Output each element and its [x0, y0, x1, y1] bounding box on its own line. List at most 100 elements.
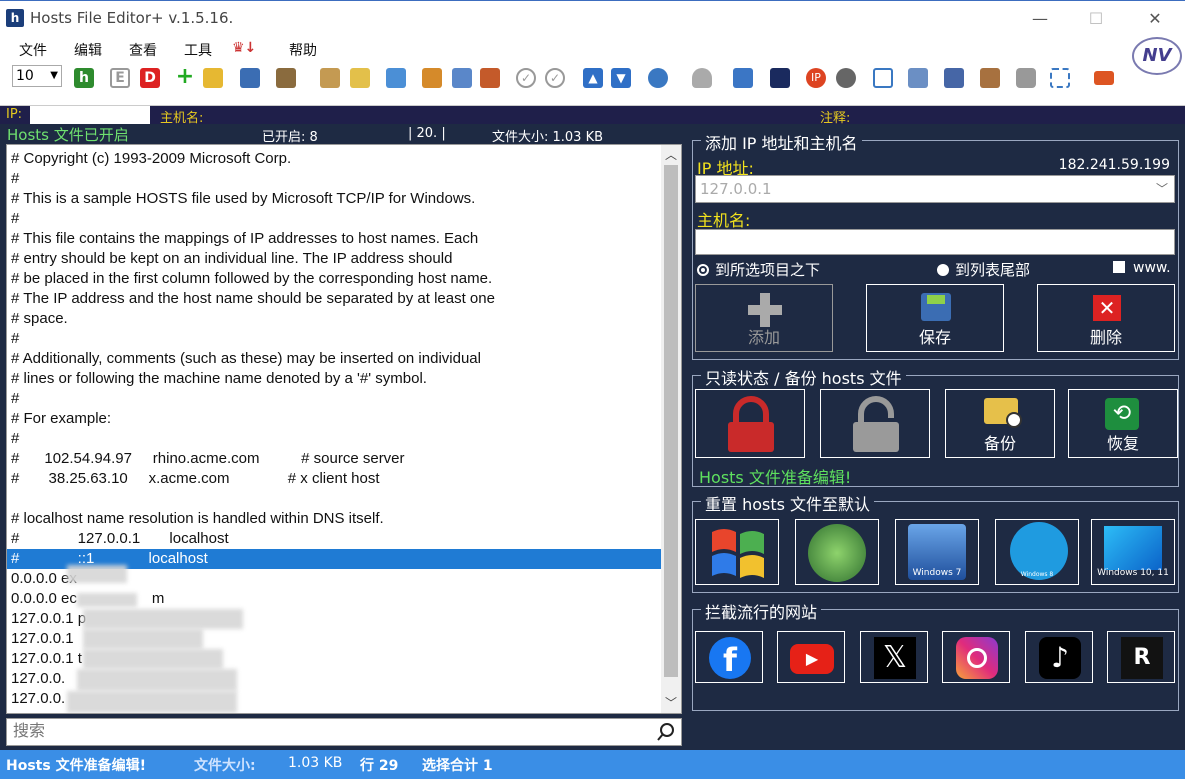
- check-icon[interactable]: ✓: [516, 68, 536, 88]
- frame-icon[interactable]: [873, 68, 893, 88]
- editor-line[interactable]: # localhost name resolution is handled w…: [7, 509, 663, 529]
- hosts-editor[interactable]: # Copyright (c) 1993-2009 Microsoft Corp…: [6, 144, 682, 714]
- add-button[interactable]: 添加: [695, 284, 833, 352]
- language-flag-icon[interactable]: [1094, 71, 1114, 85]
- menu-view[interactable]: 查看: [129, 40, 157, 60]
- hosts-h-icon[interactable]: h: [74, 68, 94, 88]
- disable-icon[interactable]: D: [140, 68, 160, 88]
- scroll-down-icon[interactable]: ﹀: [661, 693, 681, 713]
- scroll-up-icon[interactable]: ︿: [661, 145, 681, 165]
- editor-line[interactable]: [7, 489, 663, 509]
- enable-icon[interactable]: E: [110, 68, 130, 88]
- search-input[interactable]: [7, 719, 637, 745]
- editor-line[interactable]: # Additionally, comments (such as these)…: [7, 349, 663, 369]
- dns-icon[interactable]: [836, 68, 856, 88]
- move-up-icon[interactable]: ▲: [583, 68, 603, 88]
- check-all-icon[interactable]: ✓: [545, 68, 565, 88]
- radio-end-of-list[interactable]: 到列表尾部: [937, 259, 1030, 280]
- save-button[interactable]: 保存: [866, 284, 1004, 352]
- minimize-button[interactable]: —: [1026, 7, 1054, 31]
- windows-xp-logo-icon: [712, 529, 764, 578]
- tools-icon[interactable]: [276, 68, 296, 88]
- clean-icon[interactable]: [908, 68, 928, 88]
- edit-icon[interactable]: [320, 68, 340, 88]
- editor-line[interactable]: # be placed in the first column followed…: [7, 269, 663, 289]
- globe-icon[interactable]: [648, 68, 668, 88]
- readonly-lock-button[interactable]: [695, 389, 805, 458]
- editor-line[interactable]: # lines or following the machine name de…: [7, 369, 663, 389]
- editor-line[interactable]: # This file contains the mappings of IP …: [7, 229, 663, 249]
- reset-win1011-button[interactable]: Windows 10, 11: [1091, 519, 1175, 585]
- editor-line[interactable]: # The IP address and the host name shoul…: [7, 289, 663, 309]
- radio-below-selected[interactable]: 到所选项目之下: [697, 259, 820, 280]
- shield-icon[interactable]: [692, 68, 712, 88]
- unlock-button[interactable]: [820, 389, 930, 458]
- backup-button[interactable]: 备份: [945, 389, 1055, 458]
- zoom-select[interactable]: 10 ▼: [12, 65, 62, 87]
- network-icon[interactable]: [733, 68, 753, 88]
- restore-button[interactable]: ⟲ 恢复: [1068, 389, 1178, 458]
- maximize-button[interactable]: ☐: [1082, 7, 1110, 31]
- folder-icon[interactable]: [350, 68, 370, 88]
- menu-tools[interactable]: 工具: [184, 40, 212, 60]
- box-icon[interactable]: [980, 68, 1000, 88]
- open-folder-icon[interactable]: [203, 68, 223, 88]
- editor-line[interactable]: #: [7, 169, 663, 189]
- editor-line[interactable]: # 127.0.0.1 localhost: [7, 529, 663, 549]
- editor-line[interactable]: # Copyright (c) 1993-2009 Microsoft Corp…: [7, 149, 663, 169]
- block-x-button[interactable]: 𝕏: [860, 631, 928, 683]
- block-youtube-button[interactable]: ▶: [777, 631, 845, 683]
- reset-win7-button[interactable]: Windows 7: [895, 519, 979, 585]
- block-instagram-button[interactable]: [942, 631, 1010, 683]
- skull-icon[interactable]: [770, 68, 790, 88]
- scroll-thumb[interactable]: [664, 165, 678, 677]
- windows-vista-logo-icon: [808, 524, 866, 582]
- radio-icon: [937, 264, 949, 276]
- editor-line[interactable]: #: [7, 209, 663, 229]
- archive-icon[interactable]: [480, 68, 500, 88]
- chevron-down-icon: ﹀: [1155, 182, 1168, 196]
- import-icon[interactable]: [386, 68, 406, 88]
- reset-win8-button[interactable]: Windows 8: [995, 519, 1079, 585]
- editor-line[interactable]: # This is a sample HOSTS file used by Mi…: [7, 189, 663, 209]
- flag-icon[interactable]: [944, 68, 964, 88]
- reset-vista-button[interactable]: [795, 519, 879, 585]
- editor-line[interactable]: # For example:: [7, 409, 663, 429]
- vertical-scrollbar[interactable]: ︿ ﹀: [661, 145, 681, 713]
- comment-column-label: 注释:: [820, 111, 851, 126]
- editor-line[interactable]: # 102.54.94.97 rhino.acme.com # source s…: [7, 449, 663, 469]
- paste-icon[interactable]: [422, 68, 442, 88]
- hostname-input[interactable]: [695, 229, 1175, 255]
- export-icon[interactable]: [452, 68, 472, 88]
- lock-icon[interactable]: [1016, 68, 1036, 88]
- file-status-line: Hosts 文件已开启 已开启: 8 | 20. | 文件大小: 1.03 KB: [0, 124, 690, 145]
- editor-line[interactable]: #: [7, 389, 663, 409]
- save-icon[interactable]: [240, 68, 260, 88]
- block-tiktok-button[interactable]: ♪: [1025, 631, 1093, 683]
- search-icon[interactable]: [657, 723, 675, 741]
- ip-block-icon[interactable]: IP: [806, 68, 826, 88]
- editor-line[interactable]: # 38.25.63.10 x.acme.com # x client host: [7, 469, 663, 489]
- menu-edit[interactable]: 编辑: [74, 40, 102, 60]
- block-facebook-button[interactable]: f: [695, 631, 763, 683]
- editor-line[interactable]: #: [7, 329, 663, 349]
- menu-sort-icon[interactable]: ♛↓: [232, 40, 256, 56]
- ip-filter-box[interactable]: [30, 106, 150, 124]
- block-roblox-button[interactable]: R: [1107, 631, 1175, 683]
- editor-line[interactable]: # entry should be kept on an individual …: [7, 249, 663, 269]
- reset-winxp-button[interactable]: [695, 519, 779, 585]
- www-checkbox[interactable]: www.: [1113, 260, 1171, 276]
- delete-button[interactable]: ✕ 删除: [1037, 284, 1175, 352]
- external-ip: 182.241.59.199: [1058, 157, 1170, 173]
- ip-combobox[interactable]: 127.0.0.1 ﹀: [695, 175, 1175, 203]
- chevron-down-icon: ▼: [50, 70, 58, 81]
- move-down-icon[interactable]: ▼: [611, 68, 631, 88]
- close-button[interactable]: ✕: [1141, 7, 1169, 31]
- editor-line[interactable]: #: [7, 429, 663, 449]
- add-icon[interactable]: +: [175, 66, 195, 88]
- menu-help[interactable]: 帮助: [289, 40, 317, 60]
- add-plus-icon: [748, 293, 782, 327]
- fullscreen-icon[interactable]: [1050, 68, 1070, 88]
- editor-line[interactable]: # space.: [7, 309, 663, 329]
- menu-file[interactable]: 文件: [19, 40, 47, 60]
